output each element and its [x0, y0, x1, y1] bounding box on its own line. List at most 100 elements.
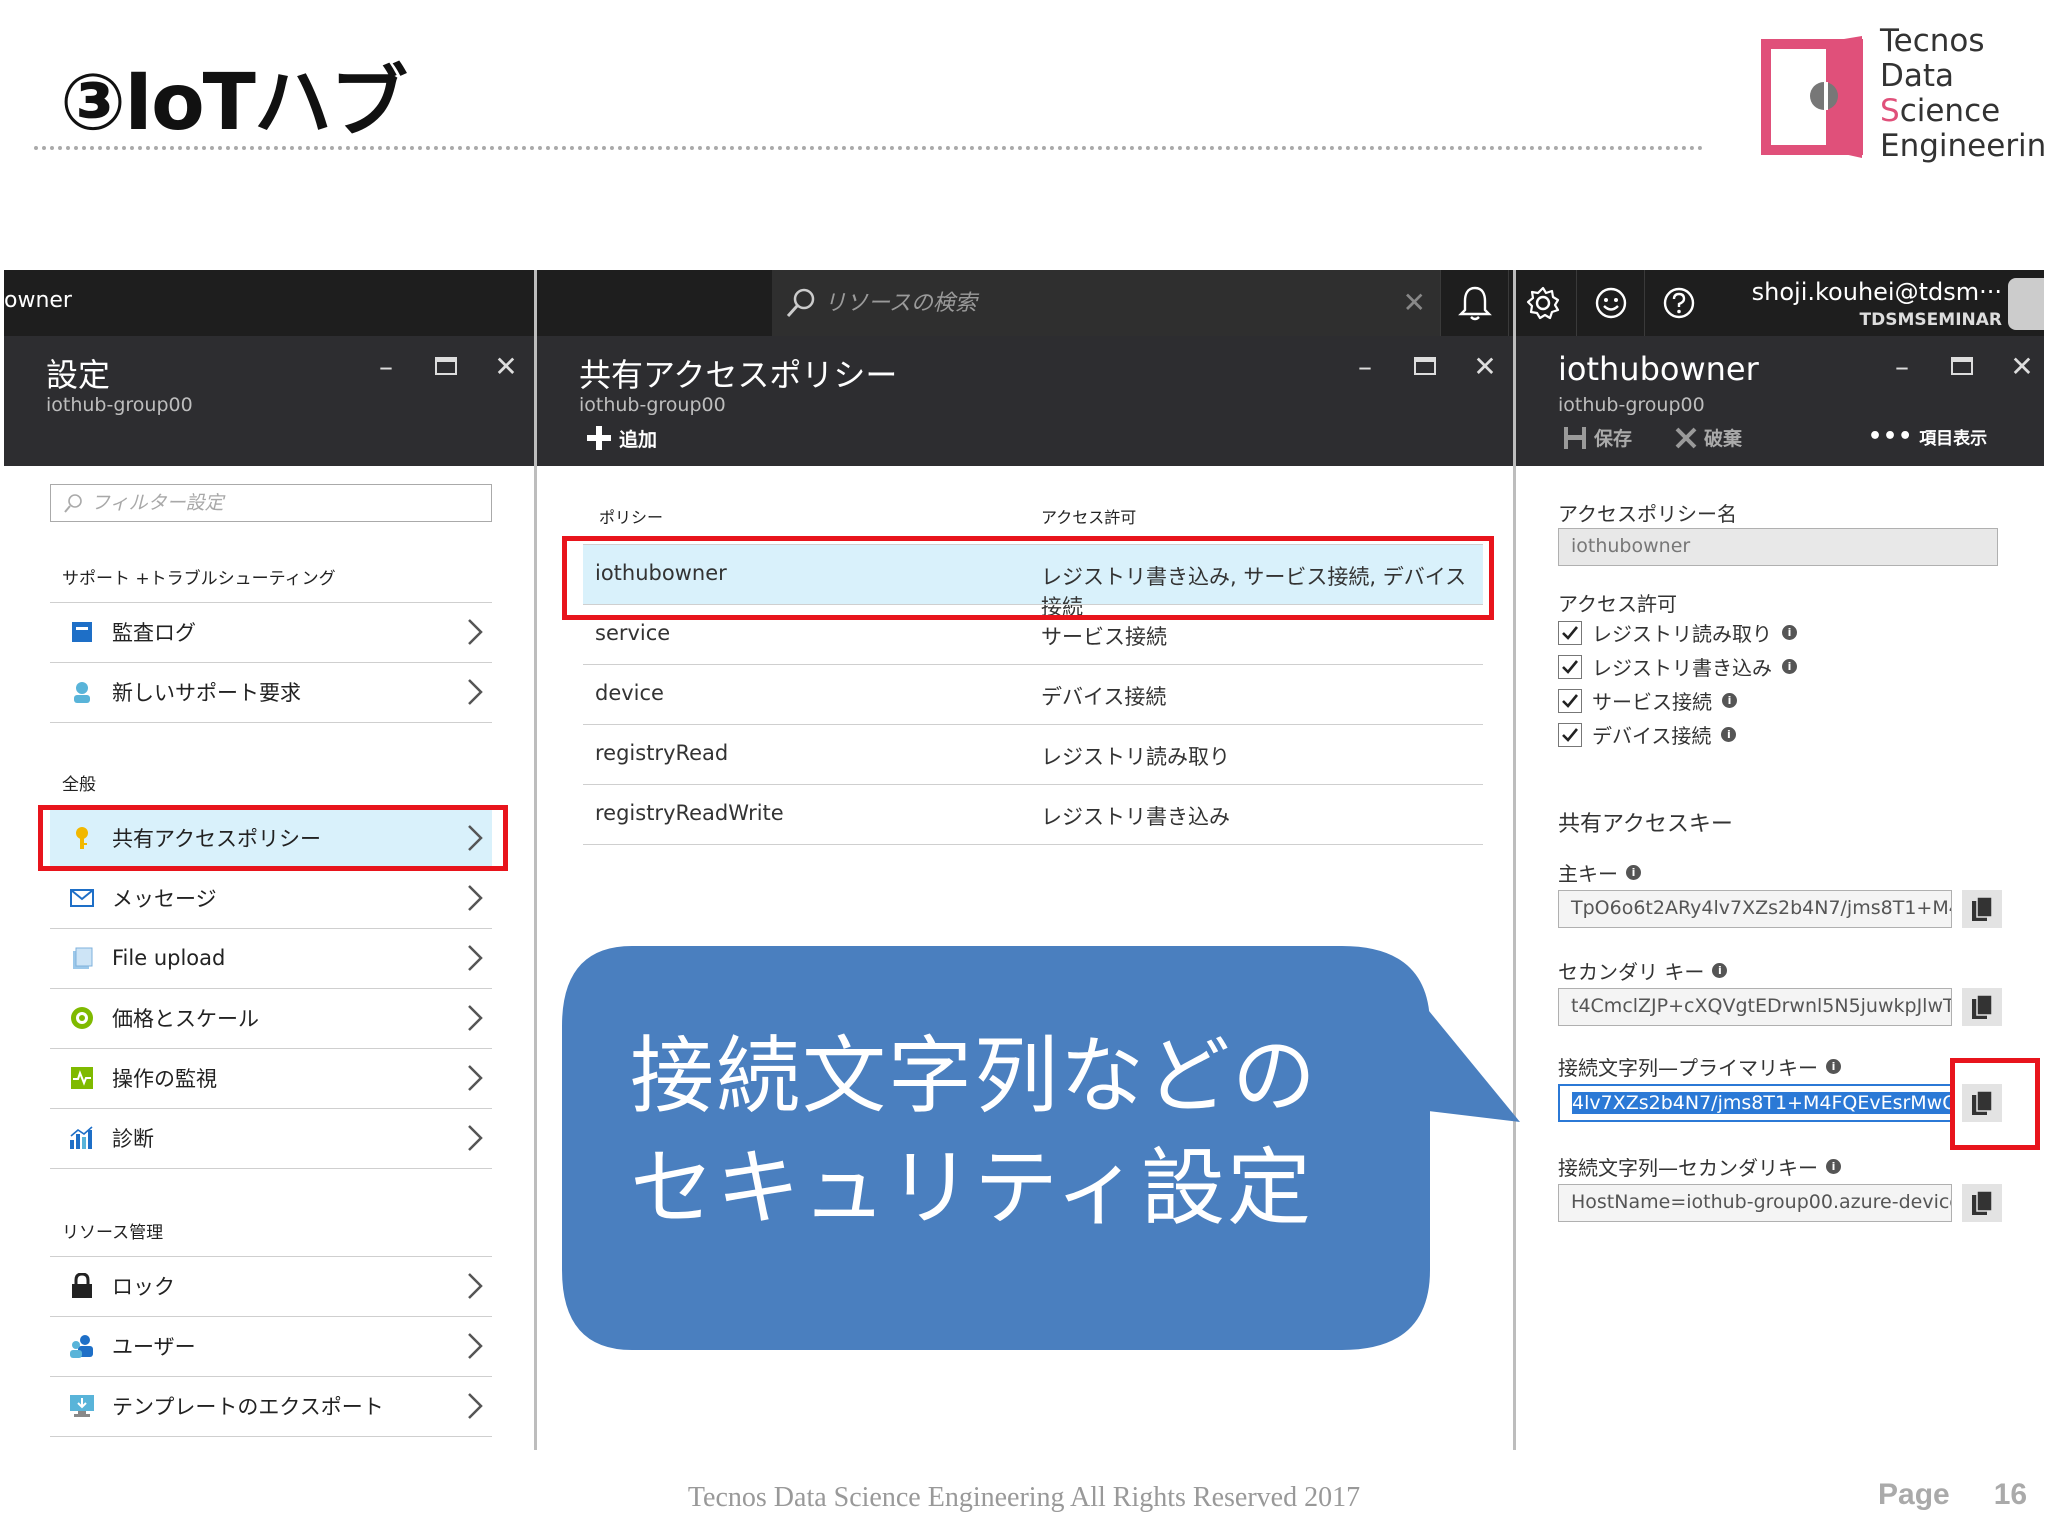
save-label: 保存 [1594, 428, 1633, 450]
info-icon[interactable]: i [1782, 625, 1797, 640]
filter-input[interactable] [91, 492, 471, 514]
menu-item-messages[interactable]: メッセージ [50, 868, 492, 926]
info-icon[interactable]: i [1722, 693, 1737, 708]
section-general: 全般 [62, 775, 96, 795]
message-icon [68, 884, 96, 912]
policy-name-field: iothubowner [1558, 528, 1998, 566]
secondary-key-field[interactable]: t4CmclZJP+cXQVgtEDrwnl5N5juwkpJlwTj [1558, 988, 1952, 1026]
logo-science-rest: cience [1899, 93, 2001, 129]
perm-label: デバイス接続 [1592, 724, 1712, 748]
search-icon [64, 494, 82, 513]
menu-item-audit-log[interactable]: 監査ログ [50, 602, 492, 660]
diagnostics-icon [68, 1124, 96, 1152]
menu-item-diagnostics[interactable]: 診断 [50, 1108, 492, 1166]
more-label: 項目表示 [1919, 429, 1988, 449]
conn-primary-value: 4lv7XZs2b4N7/jms8T1+M4FQEvEsrMwQ= [1572, 1092, 1950, 1114]
avatar[interactable] [2008, 278, 2044, 330]
policy-name: service [595, 621, 671, 645]
info-icon[interactable]: i [1721, 727, 1737, 742]
menu-item-label: 操作の監視 [112, 1066, 217, 1091]
info-icon[interactable]: i [1826, 1159, 1841, 1174]
menu-item-users[interactable]: ユーザー [50, 1316, 492, 1374]
menu-item-new-support-request[interactable]: 新しいサポート要求 [50, 662, 492, 720]
callout-line-1: 接続文字列などの [630, 1027, 1319, 1125]
add-label: 追加 [619, 428, 658, 451]
section-support: サポート +トラブルシューティング [62, 569, 336, 589]
template-export-icon [68, 1392, 96, 1420]
minimize-icon[interactable]: – [1353, 350, 1377, 383]
info-icon[interactable]: i [1626, 865, 1641, 880]
menu-item-label: ユーザー [112, 1334, 196, 1359]
menu-item-template-export[interactable]: テンプレートのエクスポート [50, 1376, 492, 1434]
feedback-button[interactable] [1576, 270, 1644, 336]
menu-item-label: メッセージ [112, 886, 217, 911]
info-icon[interactable]: i [1712, 963, 1728, 978]
more-columns-button[interactable]: ••• 項目表示 [1868, 424, 1987, 449]
settings-blade-subtitle: iothub-group00 [46, 394, 193, 416]
resource-search[interactable]: ✕ [772, 270, 1440, 336]
table-row-registryreadwrite[interactable]: registryReadWrite レジストリ書き込み [583, 784, 1483, 844]
minimize-icon[interactable]: – [374, 350, 398, 383]
info-icon[interactable]: i [1826, 1059, 1841, 1074]
account-menu[interactable]: shoji.kouhei@tdsm··· TDSMSEMINAR [1716, 278, 2002, 330]
policy-name-label: アクセスポリシー名 [1558, 502, 1737, 526]
save-button[interactable]: 保存 [1562, 424, 1632, 451]
logo-text: Tecnos Data Science Engineering [1880, 24, 2048, 164]
perm-device-connect[interactable]: デバイス接続 i [1558, 720, 1737, 749]
checkbox-service-connect[interactable] [1558, 688, 1582, 713]
title-divider [34, 146, 1704, 150]
primary-key-field[interactable]: TpO6o6t2ARy4lv7XZs2b4N7/jms8T1+M4l [1558, 890, 1952, 928]
pricing-icon [68, 1004, 96, 1032]
checkbox-registry-write[interactable] [1558, 654, 1582, 679]
perm-registry-write[interactable]: レジストリ書き込み i [1558, 652, 1797, 681]
settings-button[interactable] [1508, 270, 1576, 336]
policy-name: registryReadWrite [595, 801, 784, 825]
maximize-icon[interactable] [1950, 352, 1974, 380]
discard-button[interactable]: 破棄 [1674, 424, 1742, 451]
smiley-icon [1595, 287, 1626, 319]
discard-label: 破棄 [1704, 428, 1743, 450]
copy-primary-key-button[interactable] [1962, 890, 2002, 928]
iothubowner-window-controls: – ✕ [1890, 350, 2034, 383]
copy-secondary-key-button[interactable] [1962, 988, 2002, 1026]
menu-item-file-upload[interactable]: File upload [50, 928, 492, 986]
search-input[interactable] [824, 282, 1384, 324]
iothubowner-blade-body: アクセスポリシー名 iothubowner アクセス許可 レジストリ読み取り i… [1516, 466, 2044, 1450]
help-button[interactable] [1644, 270, 1712, 336]
chevron-right-icon [468, 619, 483, 645]
checkbox-device-connect[interactable] [1558, 722, 1582, 747]
policies-blade-title: 共有アクセスポリシー [579, 356, 898, 394]
menu-item-lock[interactable]: ロック [50, 1256, 492, 1314]
copy-icon [1972, 896, 1993, 921]
conn-primary-field[interactable]: 4lv7XZs2b4N7/jms8T1+M4FQEvEsrMwQ= [1558, 1084, 1952, 1122]
menu-item-pricing-scale[interactable]: 価格とスケール [50, 988, 492, 1046]
table-row-registryread[interactable]: registryRead レジストリ読み取り [583, 724, 1483, 784]
chevron-right-icon [468, 945, 483, 971]
close-icon[interactable]: ✕ [2010, 350, 2034, 383]
policy-access: レジストリ読み取り [1041, 745, 1230, 769]
perm-registry-read[interactable]: レジストリ読み取り i [1558, 618, 1797, 647]
copy-conn-secondary-button[interactable] [1962, 1184, 2002, 1222]
clear-search-icon[interactable]: ✕ [1403, 286, 1426, 319]
add-policy-button[interactable]: 追加 [585, 424, 657, 452]
save-icon [1564, 426, 1586, 449]
menu-item-label: 新しいサポート要求 [112, 680, 301, 705]
menu-item-operations-monitoring[interactable]: 操作の監視 [50, 1048, 492, 1106]
minimize-icon[interactable]: – [1890, 350, 1914, 383]
info-icon[interactable]: i [1782, 659, 1797, 674]
checkbox-registry-read[interactable] [1558, 620, 1582, 645]
perm-service-connect[interactable]: サービス接続 i [1558, 686, 1737, 715]
conn-primary-label-row: 接続文字列—プライマリキー i [1558, 1052, 1841, 1081]
close-icon[interactable]: ✕ [494, 350, 518, 383]
table-row-device[interactable]: device デバイス接続 [583, 664, 1483, 724]
close-icon[interactable]: ✕ [1473, 350, 1497, 383]
top-bar: owner ✕ shoji.kouhei@tdsm··· TDSMSEMINAR [4, 270, 2044, 336]
conn-secondary-field[interactable]: HostName=iothub-group00.azure-device [1558, 1184, 1952, 1222]
maximize-icon[interactable] [1413, 352, 1437, 380]
menu-item-label: テンプレートのエクスポート [112, 1394, 384, 1419]
chevron-right-icon [468, 885, 483, 911]
filter-settings[interactable] [50, 484, 492, 522]
maximize-icon[interactable] [434, 352, 458, 380]
notifications-button[interactable] [1440, 270, 1508, 336]
highlight-copy-connection-string [1950, 1058, 2040, 1150]
